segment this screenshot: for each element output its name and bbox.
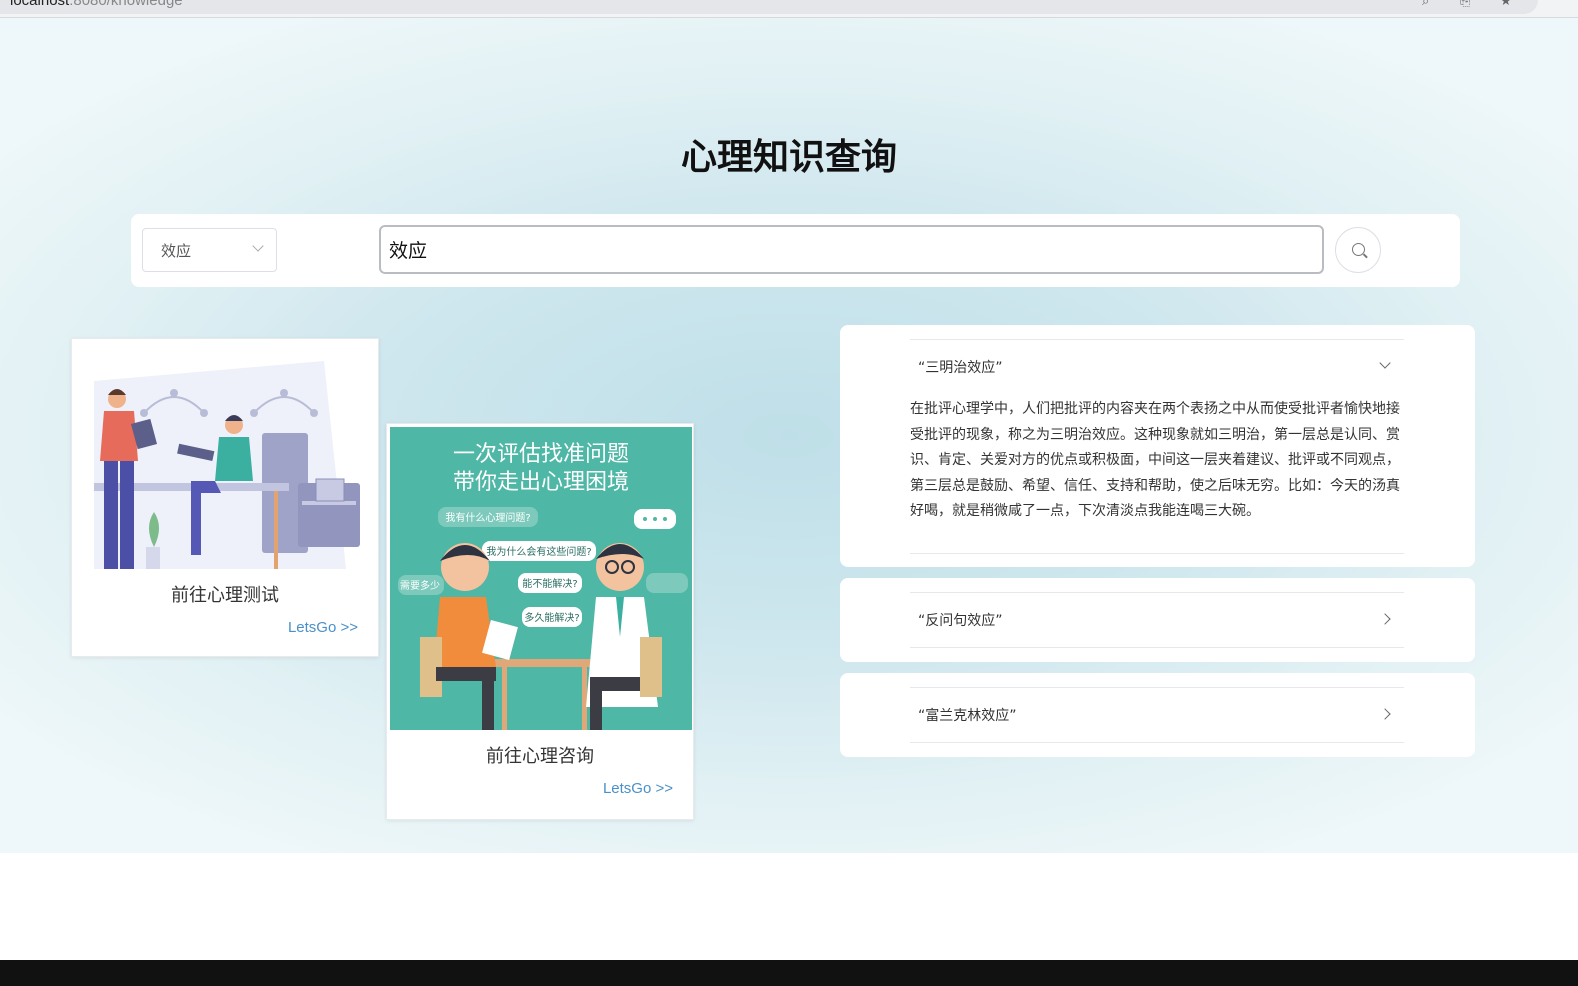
- url-path: :8080/knowledge: [69, 0, 183, 9]
- search-panel: 效应: [131, 214, 1460, 287]
- result-content: 在批评心理学中，人们把批评的内容夹在两个表扬之中从而使受批评者愉快地接受批评的现…: [910, 401, 1400, 519]
- search-button[interactable]: [1335, 227, 1381, 273]
- search-input[interactable]: [379, 225, 1324, 274]
- chevron-down-icon[interactable]: [1379, 357, 1391, 369]
- result-item-collapsed[interactable]: “富兰克林效应”: [840, 673, 1475, 757]
- bubble-1: 我有什么心理问题?: [445, 511, 530, 524]
- category-select[interactable]: 效应: [142, 228, 277, 272]
- poster-title-line-2: 带你走出心理困境: [453, 470, 629, 495]
- card-psych-test-label: 前往心理测试: [171, 585, 279, 606]
- card-psych-consult[interactable]: 一次评估找准问题 带你走出心理困境 我有什么心理问题? 我为什么会有这些问题? …: [386, 423, 694, 820]
- chevron-right-icon[interactable]: [1379, 708, 1391, 720]
- share-icon[interactable]: ⎘: [1460, 0, 1470, 9]
- zoom-icon[interactable]: ⌕: [1422, 0, 1429, 9]
- bubble-3: 能不能解决?: [522, 577, 577, 590]
- url-host: localhost: [10, 0, 70, 9]
- poster-title-line-1: 一次评估找准问题: [453, 442, 629, 467]
- browser-chrome: localhost:8080/knowledge ⌕ ⎘ ★: [0, 0, 1578, 18]
- chevron-down-icon: [252, 240, 264, 252]
- card-psych-consult-label: 前往心理咨询: [486, 746, 594, 767]
- consultation-poster: 一次评估找准问题 带你走出心理困境 我有什么心理问题? 我为什么会有这些问题? …: [390, 427, 692, 730]
- chevron-right-icon[interactable]: [1379, 613, 1391, 625]
- address-bar[interactable]: [0, 0, 1538, 14]
- result-title[interactable]: “三明治效应”: [918, 357, 1003, 377]
- bubble-5: 需要多少: [400, 579, 440, 592]
- bubble-2: 我为什么会有这些问题?: [486, 545, 591, 558]
- bubble-4: 多久能解决?: [524, 611, 579, 624]
- taskbar-strip: [0, 960, 1578, 986]
- result-item-expanded: “三明治效应” 在批评心理学中，人们把批评的内容夹在两个表扬之中从而使受批评者愉…: [840, 325, 1475, 567]
- psych-consult-letsgo-link[interactable]: LetsGo >>: [603, 780, 673, 797]
- page-title: 心理知识查询: [680, 137, 897, 178]
- result-title[interactable]: “富兰克林效应”: [918, 705, 1017, 725]
- result-item-collapsed[interactable]: “反问句效应”: [840, 578, 1475, 662]
- bookmark-star-icon[interactable]: ★: [1500, 0, 1512, 9]
- psych-test-letsgo-link[interactable]: LetsGo >>: [288, 619, 358, 636]
- address-url[interactable]: localhost:8080/knowledge: [10, 0, 183, 9]
- card-psych-test[interactable]: 前往心理测试 LetsGo >>: [71, 338, 379, 657]
- result-title[interactable]: “反问句效应”: [918, 610, 1003, 630]
- category-select-value: 效应: [161, 242, 192, 260]
- teamwork-illustration: [94, 361, 360, 569]
